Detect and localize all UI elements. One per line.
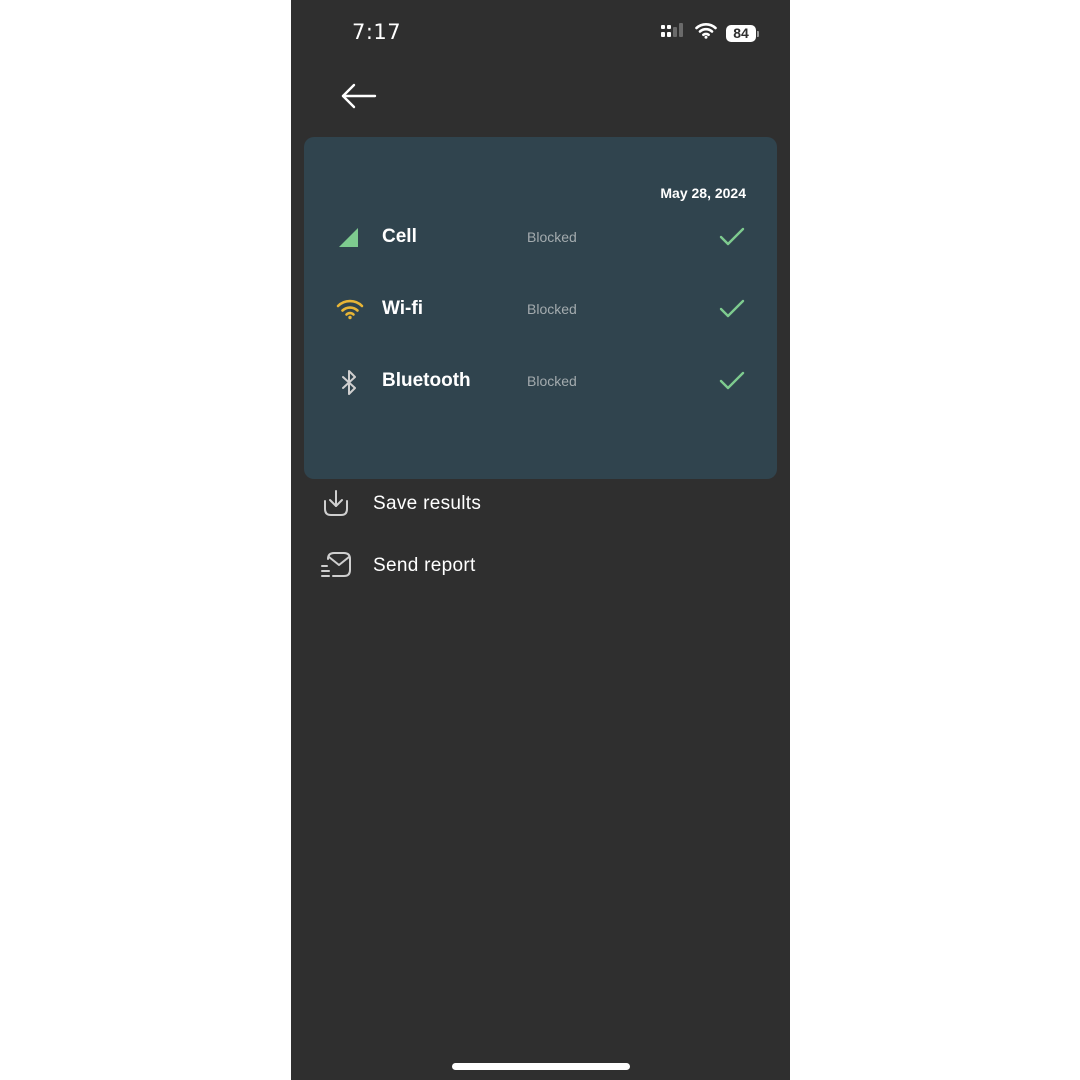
home-indicator[interactable] <box>452 1063 630 1070</box>
result-label: Cell <box>382 226 417 247</box>
save-results-label: Save results <box>373 493 482 514</box>
results-card: May 28, 2024 Cell Blocked Wi-fi Blocked … <box>304 137 777 479</box>
checkmark-icon <box>719 297 745 321</box>
checkmark-icon <box>719 225 745 249</box>
result-status: Blocked <box>527 301 577 317</box>
download-icon <box>320 487 352 519</box>
result-row-wifi: Wi-fi Blocked <box>304 289 777 329</box>
bluetooth-icon <box>336 369 362 395</box>
test-date: May 28, 2024 <box>660 185 746 201</box>
send-report-label: Send report <box>373 555 476 576</box>
result-row-bluetooth: Bluetooth Blocked <box>304 361 777 401</box>
result-row-cell: Cell Blocked <box>304 217 777 257</box>
send-report-button[interactable]: Send report <box>320 549 620 583</box>
status-time: 7:17 <box>352 20 402 44</box>
wifi-icon <box>695 22 717 44</box>
cellular-signal-icon <box>660 22 686 44</box>
status-icons: 84 <box>660 22 759 44</box>
battery-icon: 84 <box>726 24 759 42</box>
wifi-icon <box>336 297 364 323</box>
result-label: Bluetooth <box>382 370 471 391</box>
save-results-button[interactable]: Save results <box>320 487 620 521</box>
result-status: Blocked <box>527 373 577 389</box>
arrow-left-icon <box>341 83 377 109</box>
result-label: Wi-fi <box>382 298 423 319</box>
result-status: Blocked <box>527 229 577 245</box>
checkmark-icon <box>719 369 745 393</box>
cell-signal-icon <box>336 225 362 251</box>
mail-send-icon <box>320 549 352 581</box>
back-button[interactable] <box>337 78 381 114</box>
phone-screen: 7:17 84 May 28, 2024 Cell Blocked Wi-fi … <box>291 0 790 1080</box>
